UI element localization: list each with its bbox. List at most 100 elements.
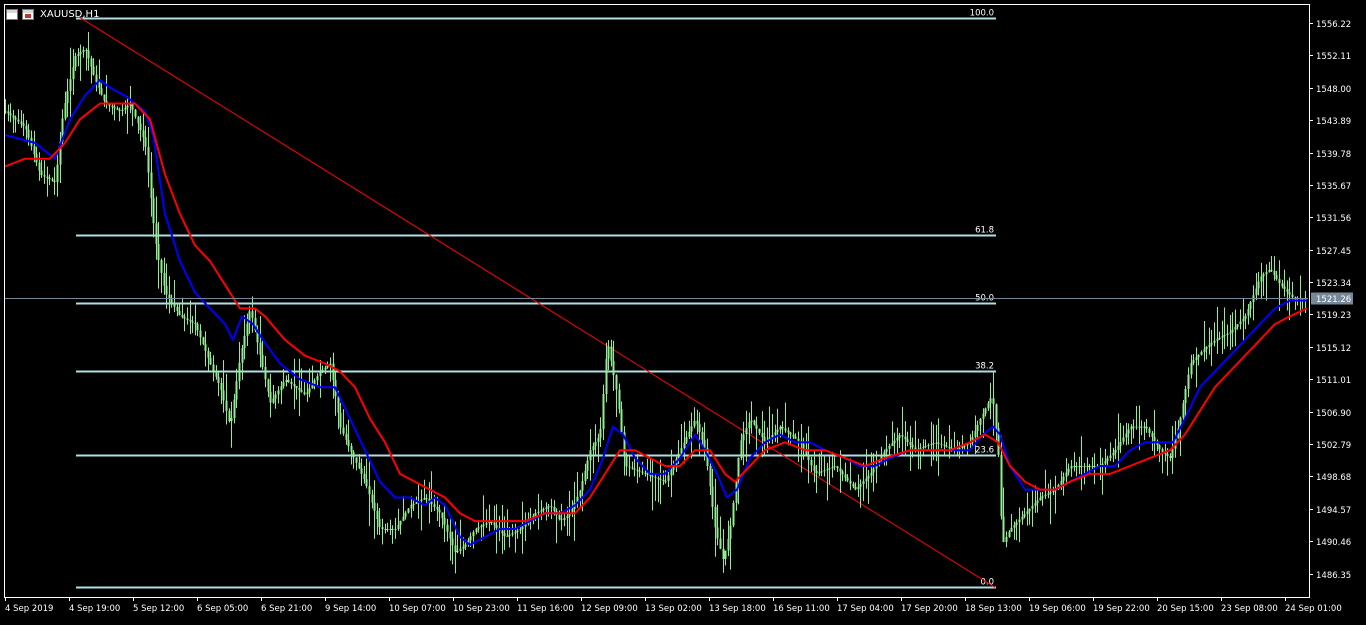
- candle-body: [212, 364, 215, 371]
- candle-body: [654, 476, 657, 478]
- candle-body: [948, 446, 951, 448]
- candle-body: [381, 527, 384, 530]
- candle-body: [982, 413, 985, 419]
- candle-body: [267, 379, 270, 392]
- candle-body: [404, 512, 407, 517]
- candle-body: [854, 486, 857, 490]
- candle-body: [1291, 294, 1294, 298]
- candle-body: [501, 530, 504, 534]
- candle-body: [181, 314, 184, 318]
- candle-body: [553, 506, 556, 512]
- candle-body: [228, 410, 231, 422]
- candle-body: [592, 446, 595, 451]
- candle-body: [667, 475, 670, 481]
- candle-body: [1270, 270, 1273, 272]
- candle-body: [415, 502, 418, 504]
- candle-body: [1078, 465, 1081, 467]
- candle-body: [1109, 455, 1112, 459]
- candle-body: [433, 504, 436, 507]
- fib-level-label: 100.0: [970, 9, 994, 19]
- candle-body: [1088, 465, 1091, 467]
- candle-body: [636, 469, 639, 471]
- candle-body: [976, 424, 979, 431]
- candle-body: [1226, 333, 1229, 335]
- candle-body: [833, 466, 836, 468]
- price-tick-label: 1539.78: [1316, 150, 1351, 160]
- candle-body: [371, 494, 374, 503]
- candle-body: [1041, 496, 1044, 498]
- candle-body: [1145, 426, 1148, 429]
- candle-body: [732, 503, 735, 526]
- candle-body: [482, 524, 485, 526]
- candle-body: [306, 392, 309, 395]
- price-tick-label: 1498.68: [1316, 473, 1351, 483]
- candle-body: [651, 475, 654, 477]
- current-price-label: 1521.26: [1316, 295, 1351, 305]
- price-chart[interactable]: 100.061.850.038.223.60.0 1521.26 1556.22…: [0, 0, 1366, 621]
- candle-body: [709, 465, 712, 487]
- candle-body: [1127, 429, 1130, 434]
- candle-body: [758, 428, 761, 433]
- candle-body: [597, 437, 600, 443]
- chart-area[interactable]: 100.061.850.038.223.60.0 1521.26 1556.22…: [0, 0, 1366, 621]
- chart-window-icon[interactable]: [6, 8, 18, 20]
- candle-body: [264, 367, 267, 380]
- candle-body: [53, 180, 56, 182]
- candle-body: [423, 498, 426, 500]
- candle-body: [844, 474, 847, 478]
- fib-level-label: 61.8: [975, 226, 994, 236]
- time-tick-label: 18 Sep 13:00: [965, 604, 1022, 614]
- candle-body: [399, 520, 402, 525]
- candle-body: [888, 446, 891, 449]
- candle-body: [20, 121, 23, 124]
- candle-body: [183, 317, 186, 319]
- candle-body: [17, 119, 20, 122]
- candle-body: [1135, 426, 1138, 428]
- price-tick-label: 1543.89: [1316, 117, 1351, 127]
- candle-body: [373, 502, 376, 511]
- candle-body: [794, 436, 797, 439]
- candle-body: [761, 432, 764, 437]
- candle-body: [56, 164, 59, 182]
- candle-body: [1093, 465, 1096, 467]
- candle-body: [989, 398, 992, 404]
- candle-body: [586, 460, 589, 471]
- candle-body: [103, 94, 106, 101]
- candle-body: [259, 342, 262, 355]
- candle-body: [935, 442, 938, 444]
- candle-body: [365, 479, 368, 487]
- candle-body: [979, 418, 982, 425]
- time-tick-label: 5 Sep 12:00: [133, 604, 184, 614]
- candle-body: [1015, 522, 1018, 526]
- candle-body: [1080, 465, 1083, 467]
- price-tick-label: 1552.11: [1316, 52, 1351, 62]
- candle-body: [1231, 329, 1234, 333]
- candle-body: [1242, 318, 1245, 322]
- candle-body: [285, 379, 288, 383]
- candle-body: [397, 524, 400, 530]
- candle-body: [319, 372, 322, 377]
- candle-body: [1151, 432, 1154, 437]
- candle-body: [25, 125, 28, 130]
- candle-body: [740, 440, 743, 458]
- candle-body: [1169, 455, 1172, 458]
- candle-body: [170, 298, 173, 303]
- time-tick-label: 23 Sep 08:00: [1221, 604, 1278, 614]
- candle-body: [1036, 500, 1039, 504]
- chart-type-icon[interactable]: [22, 8, 34, 20]
- candle-body: [410, 505, 413, 509]
- candle-body: [451, 538, 454, 546]
- candle-body: [961, 446, 964, 449]
- candle-body: [550, 506, 553, 508]
- candle-body: [984, 408, 987, 414]
- candle-body: [1125, 433, 1128, 438]
- candle-body: [1283, 286, 1286, 290]
- candle-body: [332, 363, 335, 380]
- candle-body: [906, 439, 909, 443]
- time-tick-label: 10 Sep 23:00: [453, 604, 510, 614]
- candle-body: [9, 113, 12, 116]
- candle-body: [454, 545, 457, 553]
- candle-body: [1213, 340, 1216, 343]
- candle-body: [368, 486, 371, 495]
- candle-body: [321, 369, 324, 373]
